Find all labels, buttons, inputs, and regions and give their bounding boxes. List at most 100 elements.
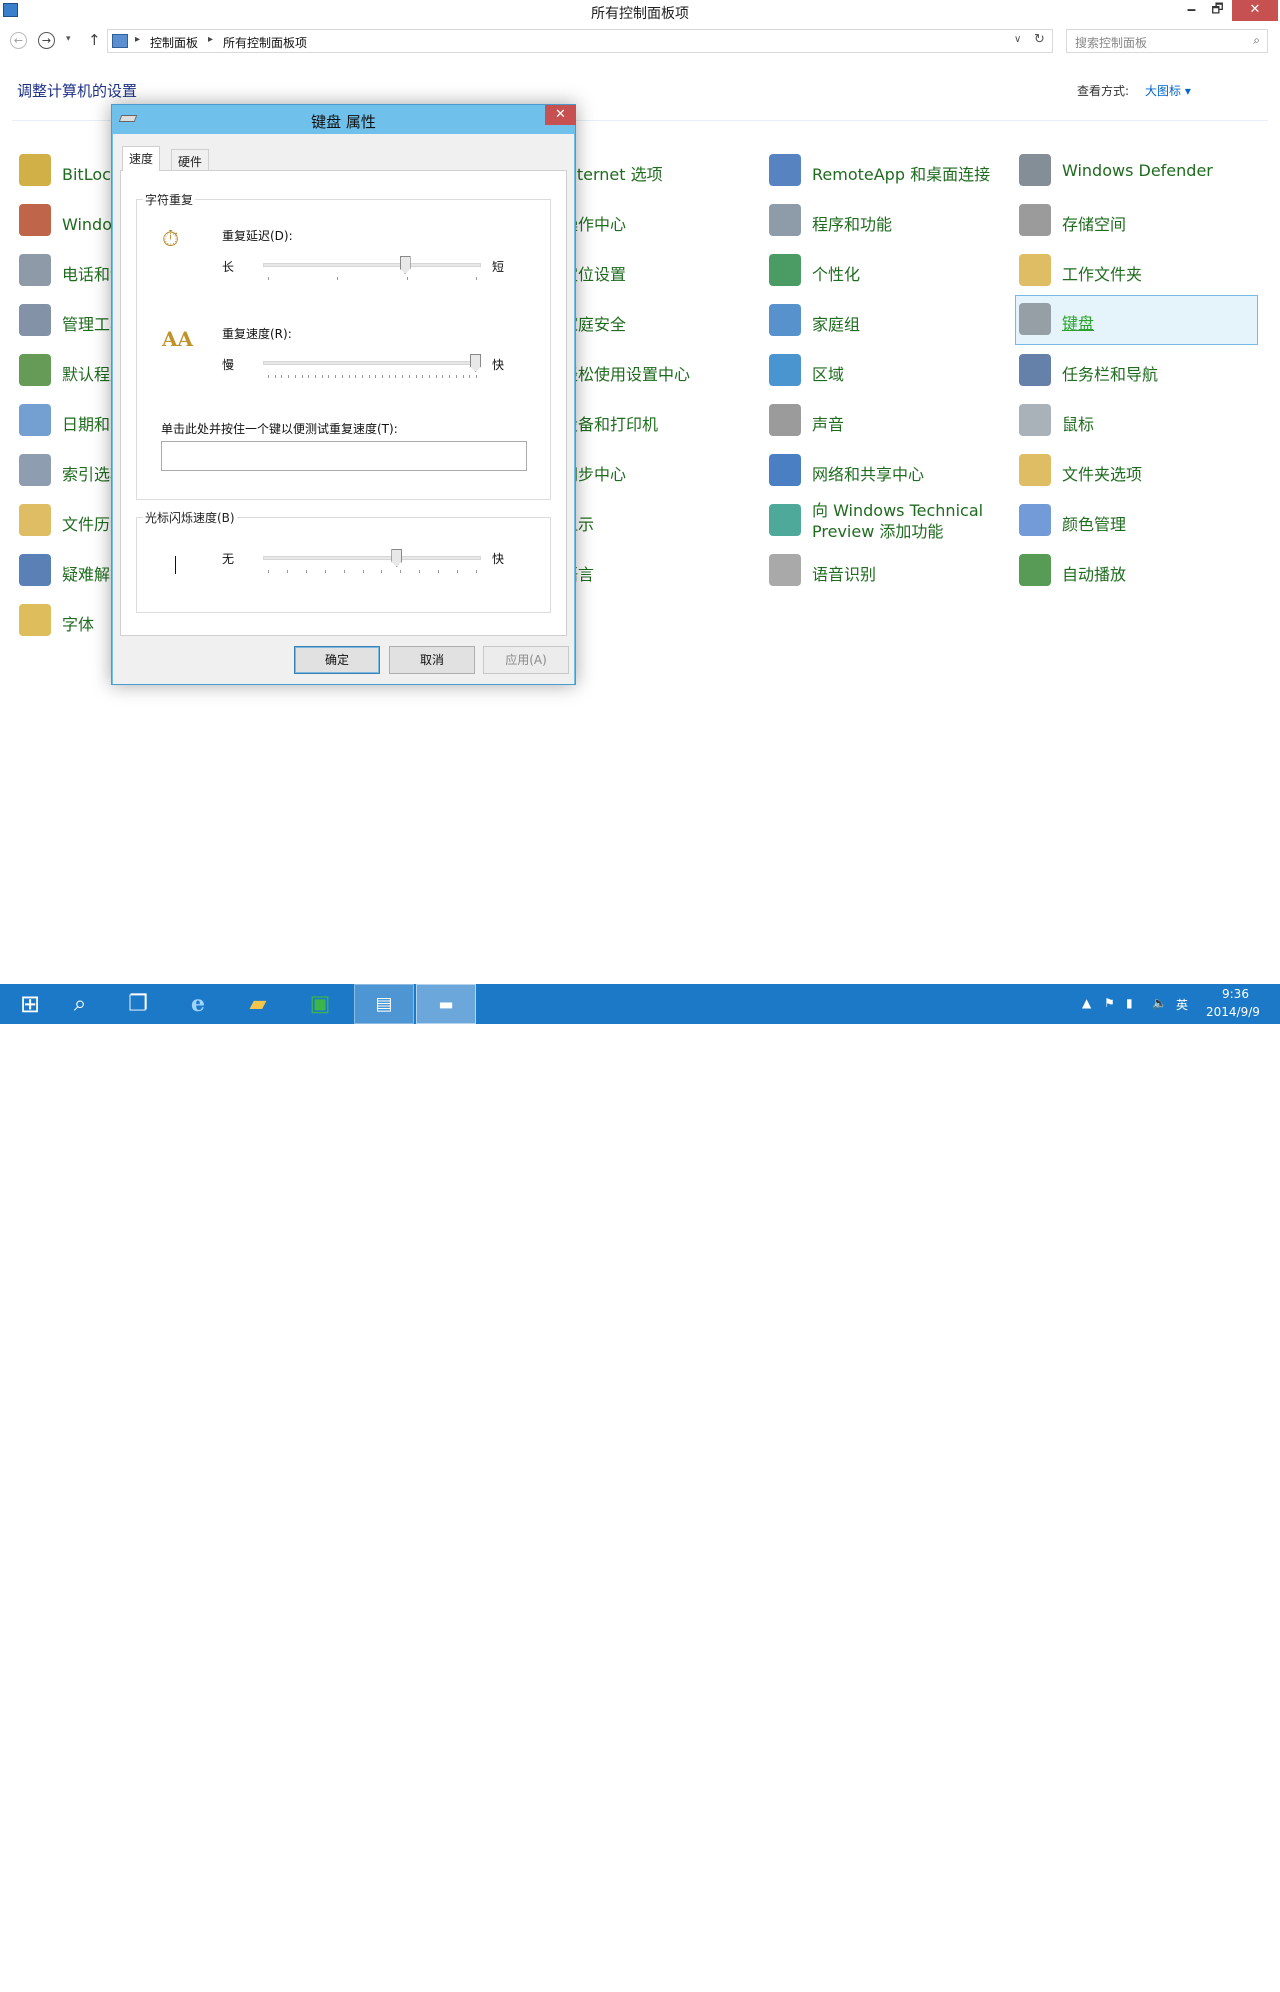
slider-tick: [335, 375, 337, 378]
control-panel-item[interactable]: 鼠标: [1016, 397, 1256, 443]
watermark: The Collection Book: [1092, 1972, 1266, 1992]
internet-explorer-button[interactable]: e: [168, 984, 228, 1024]
item-label: 键盘: [1062, 314, 1095, 333]
keyboard-properties-taskbar-button[interactable]: ▬: [416, 984, 476, 1024]
item-icon: [19, 154, 51, 186]
cursor-blink-ticks: [268, 570, 477, 574]
slider-tick: [408, 375, 410, 378]
rate-min-label: 慢: [222, 358, 235, 372]
item-icon: [19, 404, 51, 436]
clock-time[interactable]: 9:36: [1222, 987, 1249, 1001]
slider-tick: [281, 375, 283, 378]
file-explorer-button[interactable]: ▰: [228, 984, 288, 1024]
task-view-icon: ❐: [128, 991, 148, 1017]
control-panel-item[interactable]: RemoteApp 和桌面连接: [766, 147, 1006, 193]
item-label: 轻松使用设置中心: [562, 365, 691, 384]
control-panel-item[interactable]: 家庭组: [766, 297, 1006, 343]
dialog-close-button[interactable]: ✕: [545, 105, 576, 125]
input-language-indicator[interactable]: 英: [1176, 996, 1188, 1013]
cancel-button[interactable]: 取消: [389, 646, 475, 674]
control-panel-item[interactable]: 自动播放: [1016, 547, 1256, 593]
breadcrumb-control-panel[interactable]: 控制面板: [150, 34, 198, 51]
control-panel-item[interactable]: 语音识别: [766, 547, 1006, 593]
control-panel-item[interactable]: 颜色管理: [1016, 497, 1256, 543]
slider-tick: [435, 375, 437, 378]
control-panel-item[interactable]: 工作文件夹: [1016, 247, 1256, 293]
task-view-button[interactable]: ❐: [108, 984, 168, 1024]
slider-tick: [288, 375, 290, 378]
item-icon: [1019, 404, 1051, 436]
clock-date[interactable]: 2014/9/9: [1206, 1005, 1260, 1019]
cursor-blink-slider[interactable]: [263, 556, 481, 560]
forward-button[interactable]: →: [38, 32, 55, 49]
slider-tick: [382, 375, 384, 378]
repeat-delay-slider[interactable]: [263, 263, 481, 267]
breadcrumb-all-items[interactable]: 所有控制面板项: [223, 34, 307, 51]
control-panel-item[interactable]: 程序和功能: [766, 197, 1006, 243]
up-button[interactable]: ↑: [88, 31, 101, 49]
control-panel-item[interactable]: 存储空间: [1016, 197, 1256, 243]
breadcrumb-separator[interactable]: ▸: [208, 34, 213, 45]
control-panel-item[interactable]: 向 Windows Technical Preview 添加功能: [766, 497, 1006, 543]
repeat-rate-slider[interactable]: [263, 361, 481, 365]
control-panel-icon: ▤: [375, 993, 393, 1015]
item-label: 颜色管理: [1062, 515, 1127, 534]
close-button[interactable]: ✕: [1232, 0, 1278, 21]
item-icon: [19, 304, 51, 336]
slider-tick: [395, 375, 397, 378]
action-center-icon[interactable]: ⚑: [1104, 996, 1115, 1010]
item-icon: [769, 304, 801, 336]
control-panel-item[interactable]: 声音: [766, 397, 1006, 443]
search-icon: ⌕: [73, 991, 87, 1017]
title-bar[interactable]: 所有控制面板项 🗕 🗗 ✕: [0, 0, 1280, 22]
tab-speed[interactable]: 速度: [122, 146, 161, 171]
control-panel-item[interactable]: 键盘: [1015, 295, 1258, 345]
item-label: 向 Windows Technical Preview 添加功能: [812, 501, 984, 541]
search-icon[interactable]: ⌕: [1253, 33, 1260, 48]
slider-tick: [361, 375, 363, 378]
search-taskbar-button[interactable]: ⌕: [50, 984, 110, 1024]
recent-locations-dropdown[interactable]: ▾: [66, 34, 71, 44]
navigation-bar: ← → ▾ ↑ ▸ 控制面板 ▸ 所有控制面板项 ∨ ↻ 搜索控制面板 ⌕: [0, 26, 1280, 54]
search-input[interactable]: 搜索控制面板 ⌕: [1066, 29, 1268, 53]
slider-tick: [368, 375, 370, 378]
cursor-preview: [175, 556, 176, 574]
control-panel-taskbar-button[interactable]: ▤: [354, 984, 414, 1024]
control-panel-item[interactable]: Windows Defender: [1016, 147, 1256, 193]
minimize-button[interactable]: 🗕: [1178, 0, 1205, 21]
maximize-button[interactable]: 🗗: [1204, 0, 1231, 21]
slider-tick: [388, 375, 390, 378]
item-icon: [769, 504, 801, 536]
control-panel-item[interactable]: 文件夹选项: [1016, 447, 1256, 493]
back-button[interactable]: ←: [10, 32, 27, 49]
breadcrumb-separator[interactable]: ▸: [135, 34, 140, 45]
control-panel-item[interactable]: 任务栏和导航: [1016, 347, 1256, 393]
tab-hardware[interactable]: 硬件: [171, 149, 210, 171]
control-panel-item[interactable]: 区域: [766, 347, 1006, 393]
slider-tick: [469, 375, 471, 378]
item-icon: [19, 254, 51, 286]
address-dropdown[interactable]: ∨: [1014, 34, 1021, 45]
slider-tick: [324, 570, 326, 573]
address-bar[interactable]: ▸ 控制面板 ▸ 所有控制面板项 ∨ ↻: [107, 29, 1053, 53]
ok-button[interactable]: 确定: [294, 646, 380, 674]
item-label: Windows Defender: [1062, 161, 1213, 180]
item-icon: [19, 504, 51, 536]
slider-tick: [341, 375, 343, 378]
show-hidden-icons-icon[interactable]: ▲: [1082, 996, 1091, 1010]
store-button[interactable]: ▣: [290, 984, 350, 1024]
page-title: 调整计算机的设置: [17, 82, 138, 100]
item-icon: [1019, 354, 1051, 386]
refresh-button[interactable]: ↻: [1034, 32, 1045, 47]
speed-tab-panel: 字符重复 ⏱ 重复延迟(D): 长 短 AA 重复速度(R): 慢 快 单击此处…: [120, 170, 567, 636]
blink-min-label: 无: [222, 552, 235, 566]
volume-icon[interactable]: 🔈: [1152, 996, 1167, 1010]
item-icon: [769, 404, 801, 436]
item-label: 文件夹选项: [1062, 465, 1143, 484]
view-by-dropdown[interactable]: 大图标 ▾: [1145, 82, 1191, 99]
repeat-delay-ticks: [268, 277, 477, 281]
repeat-test-input[interactable]: [161, 441, 527, 471]
network-icon[interactable]: ▮: [1126, 996, 1133, 1010]
control-panel-item[interactable]: 网络和共享中心: [766, 447, 1006, 493]
control-panel-item[interactable]: 个性化: [766, 247, 1006, 293]
